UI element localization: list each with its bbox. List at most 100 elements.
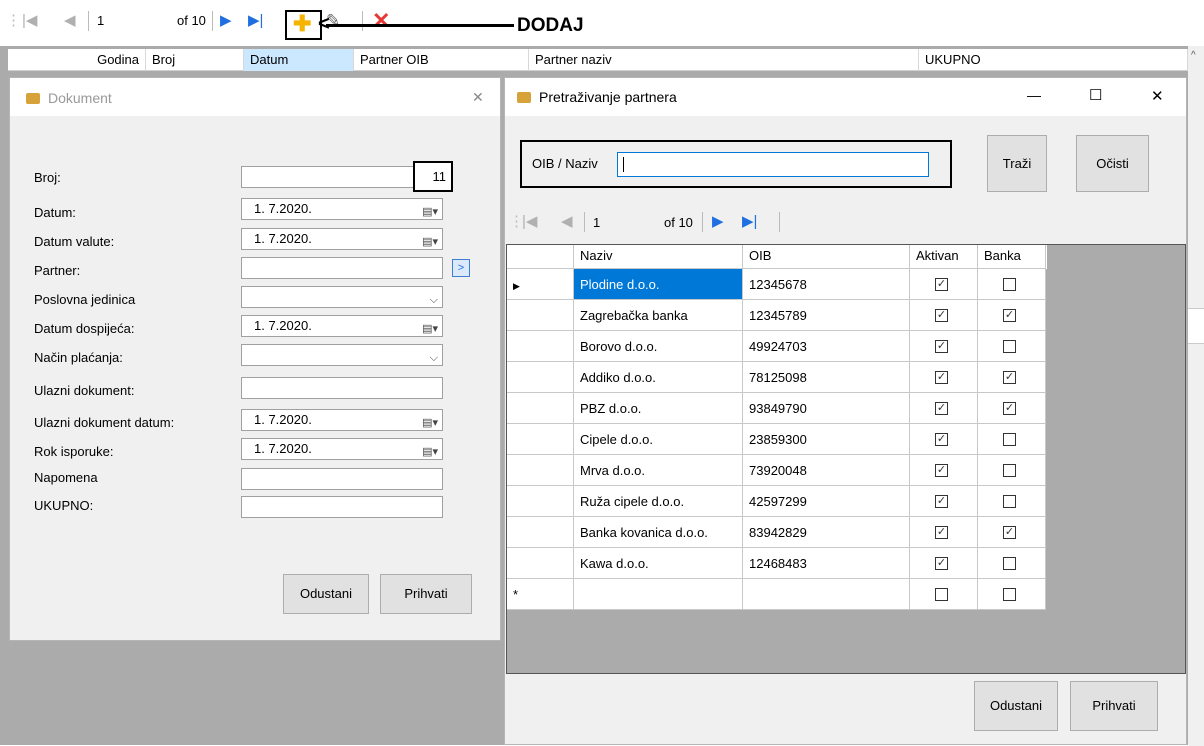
calendar-dropdown-icon[interactable]: ▤▾ [422,413,438,433]
ukupno-field[interactable] [241,496,443,518]
banka-checkbox[interactable] [1003,588,1016,601]
banka-checkbox[interactable] [1003,464,1016,477]
cell-naziv[interactable]: Plodine d.o.o. [574,269,743,300]
banka-checkbox[interactable] [1003,495,1016,508]
row-header[interactable] [507,517,574,548]
row-header[interactable] [507,455,574,486]
nav-position-input[interactable]: 1 [593,215,600,230]
move-previous-icon[interactable]: ◀ [561,212,573,230]
move-first-icon[interactable]: |◀ [522,212,537,230]
calendar-dropdown-icon[interactable]: ▤▾ [422,232,438,252]
cell-oib[interactable]: 12468483 [743,548,910,579]
scroll-up-icon[interactable]: ^ [1191,50,1196,61]
row-header[interactable] [507,393,574,424]
column-header-partner-naziv[interactable]: Partner naziv [529,49,919,71]
aktivan-checkbox[interactable]: ✓ [935,402,948,415]
cell-oib[interactable]: 73920048 [743,455,910,486]
row-header[interactable]: ▶ [507,269,574,300]
calendar-dropdown-icon[interactable]: ▤▾ [422,202,438,222]
column-header-ukupno[interactable]: UKUPNO [919,49,1188,71]
column-header-aktivan[interactable]: Aktivan [910,245,978,269]
napomena-field[interactable] [241,468,443,490]
datum-valute-picker[interactable]: 1. 7.2020. ▤▾ [241,228,443,250]
datum-dospijeca-picker[interactable]: 1. 7.2020. ▤▾ [241,315,443,337]
delete-icon[interactable]: ✕ [372,10,390,32]
cell-naziv[interactable]: PBZ d.o.o. [574,393,743,424]
cell-naziv[interactable]: Ruža cipele d.o.o. [574,486,743,517]
aktivan-checkbox[interactable]: ✓ [935,464,948,477]
row-header[interactable] [507,486,574,517]
cell-naziv[interactable]: Kawa d.o.o. [574,548,743,579]
banka-checkbox[interactable]: ✓ [1003,526,1016,539]
banka-checkbox[interactable] [1003,340,1016,353]
ulazni-dokument-datum-picker[interactable]: 1. 7.2020. ▤▾ [241,409,443,431]
banka-checkbox[interactable]: ✓ [1003,309,1016,322]
close-icon[interactable]: ✕ [472,89,484,106]
clear-button[interactable]: Očisti [1076,135,1149,192]
poslovna-jedinica-select[interactable]: ⌵ [241,286,443,308]
move-first-icon[interactable]: |◀ [22,11,37,31]
nacin-placanja-select[interactable]: ⌵ [241,344,443,366]
main-grid-scrollbar[interactable]: ^ v [1188,46,1204,746]
aktivan-checkbox[interactable]: ✓ [935,433,948,446]
row-header[interactable] [507,548,574,579]
add-button[interactable]: ✚ [285,10,322,40]
close-icon[interactable]: ✕ [1151,87,1164,105]
cell-oib[interactable]: 83942829 [743,517,910,548]
partner-search-button[interactable]: > [452,259,470,277]
cell-naziv[interactable] [574,579,743,610]
move-previous-icon[interactable]: ◀ [64,11,76,31]
aktivan-checkbox[interactable]: ✓ [935,557,948,570]
move-last-icon[interactable]: ▶| [742,212,757,230]
row-header[interactable] [507,300,574,331]
cell-naziv[interactable]: Borovo d.o.o. [574,331,743,362]
column-header-oib[interactable]: OIB [743,245,910,269]
banka-checkbox[interactable]: ✓ [1003,371,1016,384]
aktivan-checkbox[interactable] [935,588,948,601]
cell-oib[interactable]: 49924703 [743,331,910,362]
column-header-partner-oib[interactable]: Partner OIB [354,49,529,71]
search-input[interactable] [617,152,929,177]
cell-oib[interactable]: 93849790 [743,393,910,424]
partner-field[interactable] [241,257,443,279]
banka-checkbox[interactable] [1003,278,1016,291]
search-button[interactable]: Traži [987,135,1047,192]
column-header-naziv[interactable]: Naziv [574,245,743,269]
aktivan-checkbox[interactable]: ✓ [935,526,948,539]
column-header-broj[interactable]: Broj [146,49,244,71]
banka-checkbox[interactable] [1003,433,1016,446]
accept-button[interactable]: Prihvati [380,574,472,614]
cancel-button[interactable]: Odustani [974,681,1058,731]
minimize-icon[interactable]: — [1027,87,1041,103]
cell-oib[interactable]: 12345789 [743,300,910,331]
aktivan-checkbox[interactable]: ✓ [935,278,948,291]
cell-oib[interactable] [743,579,910,610]
aktivan-checkbox[interactable]: ✓ [935,371,948,384]
row-header[interactable] [507,362,574,393]
cancel-button[interactable]: Odustani [283,574,369,614]
position-input[interactable]: 1 [97,11,104,31]
accept-button[interactable]: Prihvati [1070,681,1158,731]
ulazni-dokument-field[interactable] [241,377,443,399]
column-header-godina[interactable]: Godina [80,49,146,71]
move-last-icon[interactable]: ▶| [248,11,263,31]
calendar-dropdown-icon[interactable]: ▤▾ [422,319,438,339]
cell-naziv[interactable]: Cipele d.o.o. [574,424,743,455]
cell-oib[interactable]: 23859300 [743,424,910,455]
cell-naziv[interactable]: Zagrebačka banka [574,300,743,331]
move-next-icon[interactable]: ▶ [712,212,724,230]
datum-picker[interactable]: 1. 7.2020. ▤▾ [241,198,443,220]
cell-oib[interactable]: 12345678 [743,269,910,300]
column-header-banka[interactable]: Banka [978,245,1046,269]
cell-oib[interactable]: 78125098 [743,362,910,393]
banka-checkbox[interactable] [1003,557,1016,570]
banka-checkbox[interactable]: ✓ [1003,402,1016,415]
aktivan-checkbox[interactable]: ✓ [935,309,948,322]
cell-naziv[interactable]: Mrva d.o.o. [574,455,743,486]
calendar-dropdown-icon[interactable]: ▤▾ [422,442,438,462]
cell-naziv[interactable]: Addiko d.o.o. [574,362,743,393]
column-header-datum[interactable]: Datum [244,49,354,71]
row-header[interactable] [507,331,574,362]
maximize-icon[interactable]: ☐ [1089,86,1102,104]
row-header[interactable]: * [507,579,574,610]
